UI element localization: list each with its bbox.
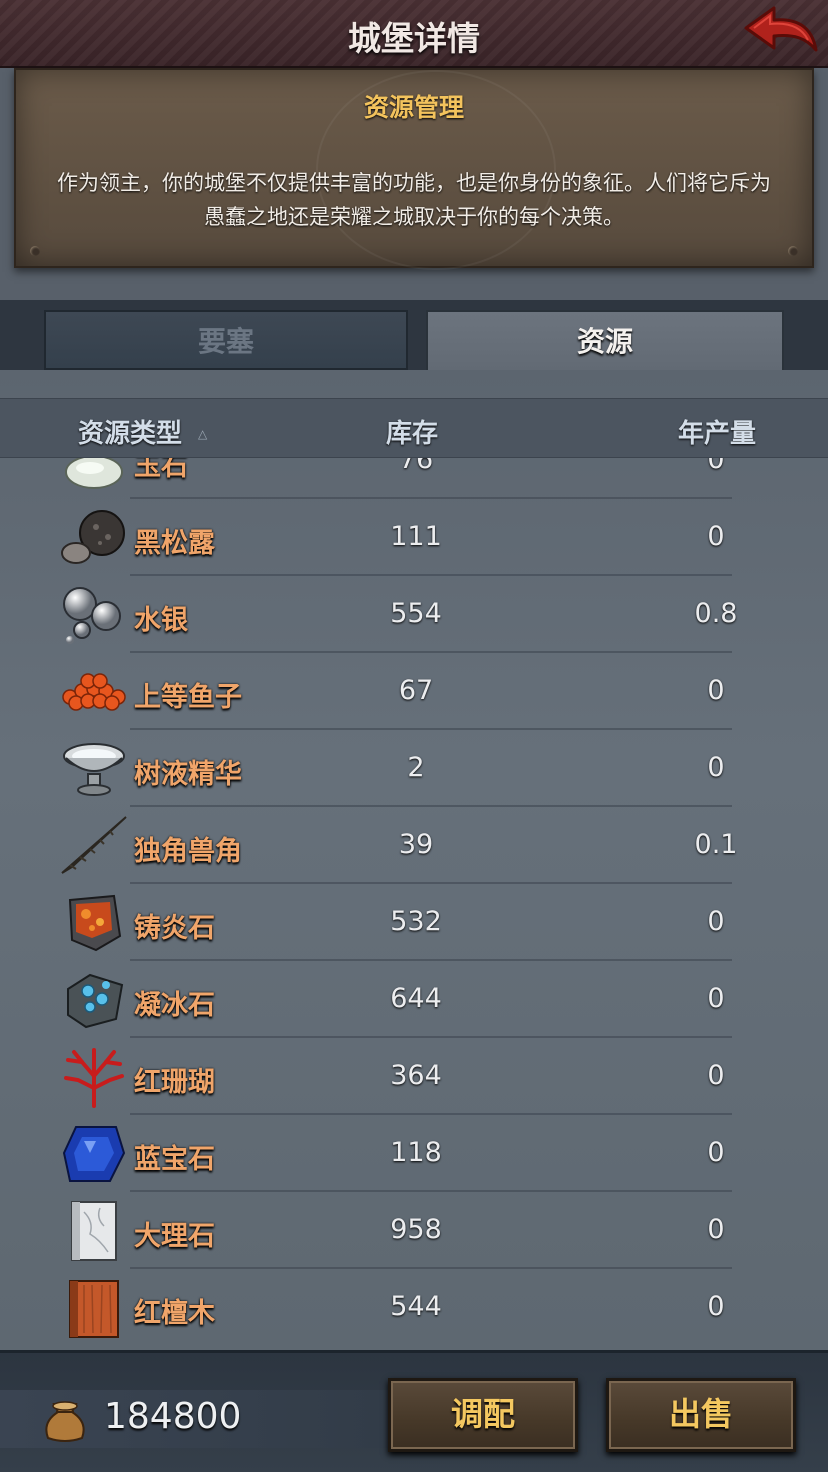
table-row[interactable]: 独角兽角 39 0.1 [0,807,828,884]
allocate-button[interactable]: 调配 [388,1378,578,1452]
tab-resources[interactable]: 资源 [426,310,784,370]
table-row[interactable]: 大理石 958 0 [0,1192,828,1269]
table-header: 资源类型 △ 库存 年产量 [0,398,828,458]
resource-name: 蓝宝石 [134,1144,215,1175]
resource-stock: 111 [390,521,442,552]
resource-stock: 76 [398,458,434,475]
table-row[interactable]: 红檀木 544 0 [0,1269,828,1346]
title-bar: 城堡详情 [0,0,828,68]
table-row[interactable]: 水银 554 0.8 [0,576,828,653]
money-bag-icon [40,1394,90,1444]
table-row[interactable]: 凝冰石 644 0 [0,961,828,1038]
resource-yield: 0 [707,1137,725,1168]
resource-yield: 0 [707,752,725,783]
resource-stock: 364 [390,1060,442,1091]
marble-icon [60,1200,128,1262]
column-header-stock[interactable]: 库存 [386,413,438,450]
resource-name: 红珊瑚 [134,1067,215,1098]
panel-heading: 资源管理 [363,93,464,122]
resource-stock: 67 [398,675,434,706]
jade-icon [60,458,128,492]
resource-yield: 0 [707,1060,725,1091]
resource-stock: 2 [407,752,425,783]
resource-yield: 0 [707,1214,725,1245]
resource-yield: 0 [707,521,725,552]
sapphire-icon [60,1123,128,1185]
resource-stock: 544 [390,1291,442,1322]
resource-stock: 39 [398,829,434,860]
back-arrow-icon[interactable] [740,4,820,62]
resource-stock: 532 [390,906,442,937]
resource-yield: 0 [707,906,725,937]
resource-name: 红檀木 [134,1298,215,1329]
resource-list[interactable]: 玉石 76 0 黑松露 111 0 水银 554 0.8 上等鱼子 67 0 树… [0,458,828,1350]
table-row[interactable]: 铸炎石 532 0 [0,884,828,961]
rivet-icon [788,246,798,256]
resource-name: 独角兽角 [134,836,242,867]
table-row[interactable]: 黑松露 111 0 [0,499,828,576]
sort-indicator-icon: △ [198,427,208,441]
resource-name: 玉石 [134,458,188,482]
resource-stock: 118 [390,1137,442,1168]
red-coral-icon [60,1046,128,1108]
table-row[interactable]: 上等鱼子 67 0 [0,653,828,730]
table-row[interactable]: 树液精华 2 0 [0,730,828,807]
panel-description: 作为领主，你的城堡不仅提供丰富的功能，也是你身份的象征。人们将它斥为愚蠢之地还是… [57,171,771,229]
resource-name: 黑松露 [134,528,215,559]
tab-fortress[interactable]: 要塞 [44,310,408,370]
page-title: 城堡详情 [348,19,480,58]
resource-name: 凝冰石 [134,990,215,1021]
sap-bowl-icon [60,738,128,800]
resource-yield: 0 [707,1291,725,1322]
resource-yield: 0 [707,458,725,475]
caviar-icon [60,661,128,723]
resource-stock: 644 [390,983,442,1014]
resource-name: 水银 [134,605,188,636]
resource-yield: 0 [707,675,725,706]
resource-yield: 0.1 [694,829,738,860]
money-amount: 184800 [104,1396,242,1437]
resource-yield: 0.8 [694,598,738,629]
column-header-type[interactable]: 资源类型 [78,413,182,450]
resource-yield: 0 [707,983,725,1014]
sell-button[interactable]: 出售 [606,1378,796,1452]
column-header-yield[interactable]: 年产量 [678,413,756,450]
resource-name: 铸炎石 [134,913,215,944]
resource-name: 树液精华 [134,759,242,790]
resource-stock: 958 [390,1214,442,1245]
ice-stone-icon [60,969,128,1031]
table-row[interactable]: 玉石 76 0 [0,458,828,499]
truffle-icon [60,507,128,569]
info-panel: 资源管理 作为领主，你的城堡不仅提供丰富的功能，也是你身份的象征。人们将它斥为愚… [14,68,814,270]
mercury-icon [60,584,128,646]
resource-stock: 554 [390,598,442,629]
table-row[interactable]: 蓝宝石 118 0 [0,1115,828,1192]
resource-name: 上等鱼子 [134,682,242,713]
unicorn-horn-icon [60,815,128,877]
table-row[interactable]: 红珊瑚 364 0 [0,1038,828,1115]
rivet-icon [30,246,40,256]
red-sandalwood-icon [60,1277,128,1339]
flame-stone-icon [60,892,128,954]
resource-name: 大理石 [134,1221,215,1252]
